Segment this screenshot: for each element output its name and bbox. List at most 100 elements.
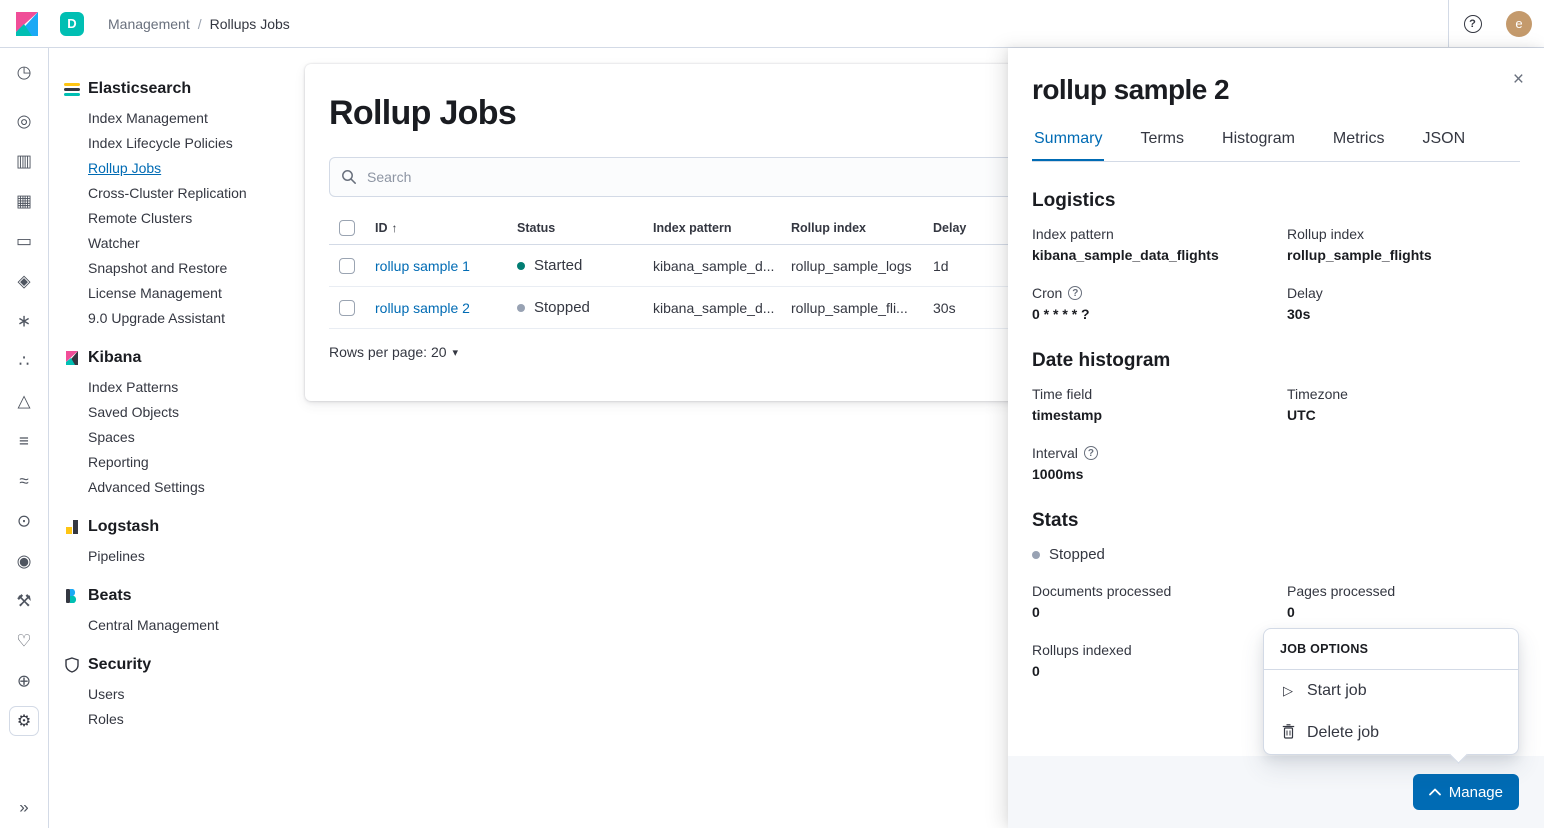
breadcrumb-management[interactable]: Management (108, 16, 190, 32)
field-pages-processed: Pages processed 0 (1287, 583, 1396, 620)
manage-button[interactable]: Manage (1412, 774, 1519, 810)
sidebar-item-saved-objects[interactable]: Saved Objects (64, 400, 305, 425)
sidebar-item-users[interactable]: Users (64, 682, 305, 707)
column-header-index-pattern[interactable]: Index pattern (645, 221, 783, 235)
avatar[interactable]: e (1506, 10, 1532, 37)
help-icon: ? (1463, 14, 1482, 33)
beats-logo-icon (66, 589, 77, 603)
job-link[interactable]: rollup sample 2 (375, 300, 470, 316)
sidebar-item-watcher[interactable]: Watcher (64, 231, 305, 256)
tab-summary[interactable]: Summary (1032, 120, 1104, 161)
status-stopped-dot-icon (1032, 550, 1040, 559)
breadcrumb-current: Rollups Jobs (209, 15, 290, 32)
visualize-icon[interactable]: ▥ (0, 153, 48, 170)
sidebar-item-index-management[interactable]: Index Management (64, 106, 305, 131)
sidebar-section-beats: Beats Central Management (64, 584, 305, 638)
sidebar-section-title: Elasticsearch (88, 80, 192, 97)
watcher-icon[interactable]: ⊕ (0, 673, 48, 690)
field-time-field: Time field timestamp (1032, 386, 1103, 423)
delay-cell: 1d (933, 257, 949, 274)
field-rollups-indexed: Rollups indexed 0 (1032, 642, 1132, 679)
discover-icon[interactable]: ◎ (0, 113, 48, 130)
help-icon[interactable]: ? (1083, 446, 1098, 460)
job-status-indicator: Stopped (1032, 546, 1520, 563)
logs-icon[interactable]: ≡ (0, 433, 48, 450)
sidebar-item-rollup-jobs[interactable]: Rollup Jobs (64, 156, 305, 181)
sidebar-section-elasticsearch: Elasticsearch Index Management Index Lif… (64, 77, 305, 331)
status-started-dot-icon (517, 261, 525, 270)
trash-icon (1280, 724, 1296, 742)
tab-metrics[interactable]: Metrics (1331, 120, 1387, 161)
machine-learning-icon[interactable]: ∗ (0, 313, 48, 330)
dashboard-icon[interactable]: ▦ (0, 193, 48, 210)
column-header-rollup-index[interactable]: Rollup index (783, 221, 925, 235)
rows-per-page-selector[interactable]: Rows per page: 20 ▾ (329, 344, 458, 360)
collapse-menu-icon[interactable]: » (0, 799, 48, 816)
index-pattern-cell: kibana_sample_d... (653, 257, 775, 274)
sidebar-item-advanced-settings[interactable]: Advanced Settings (64, 475, 305, 500)
sidebar-item-license-management[interactable]: License Management (64, 281, 305, 306)
app-icon-rail: ◷ ◎ ▥ ▦ ▭ ◈ ∗ ∴ △ ≡ ≈ ⊙ ◉ ⚒ ♡ ⊕ ⚙ » (0, 48, 49, 828)
column-header-id[interactable]: ID ↑ (367, 221, 509, 235)
sidebar-item-reporting[interactable]: Reporting (64, 450, 305, 475)
chevron-up-icon (1428, 788, 1441, 796)
column-header-delay[interactable]: Delay (925, 221, 1015, 235)
flyout-tabs: Summary Terms Histogram Metrics JSON (1032, 120, 1520, 162)
sidebar-item-roles[interactable]: Roles (64, 707, 305, 732)
field-timezone: Timezone UTC (1287, 386, 1348, 423)
space-badge[interactable]: D (60, 11, 84, 36)
delete-job-menu-item[interactable]: Delete job (1264, 712, 1518, 754)
dev-tools-icon[interactable]: ⚒ (0, 593, 48, 610)
maps-icon[interactable]: ◈ (0, 273, 48, 290)
column-header-status[interactable]: Status (509, 221, 645, 235)
sidebar-item-remote-clusters[interactable]: Remote Clusters (64, 206, 305, 231)
kibana-logo-icon[interactable] (14, 11, 40, 37)
tab-terms[interactable]: Terms (1138, 120, 1186, 161)
start-job-menu-item[interactable]: ▷ Start job (1264, 670, 1518, 712)
top-bar: D Management / Rollups Jobs ? e (0, 0, 1544, 48)
status-label: Stopped (1049, 546, 1105, 563)
graph-icon[interactable]: ∴ (0, 353, 48, 370)
section-heading-date-histogram: Date histogram (1032, 350, 1171, 371)
select-all-checkbox[interactable] (339, 219, 355, 236)
sidebar-item-pipelines[interactable]: Pipelines (64, 544, 305, 569)
recently-viewed-icon[interactable]: ◷ (0, 64, 48, 81)
sidebar-item-upgrade-assistant[interactable]: 9.0 Upgrade Assistant (64, 306, 305, 331)
uptime-icon[interactable]: ⊙ (0, 513, 48, 530)
kibana-small-logo-icon (66, 351, 78, 365)
field-index-pattern: Index pattern kibana_sample_data_flights (1032, 226, 1219, 263)
elasticsearch-logo-icon (64, 81, 80, 97)
sidebar-item-snapshot-and-restore[interactable]: Snapshot and Restore (64, 256, 305, 281)
flyout-footer: Manage (1008, 756, 1544, 828)
close-icon[interactable]: × (1513, 70, 1524, 89)
sidebar-item-cross-cluster-replication[interactable]: Cross-Cluster Replication (64, 181, 305, 206)
stack-monitoring-icon[interactable]: ♡ (0, 633, 48, 650)
job-options-popover: JOB OPTIONS ▷ Start job Delete job (1263, 628, 1519, 764)
status-stopped-dot-icon (517, 303, 525, 312)
status-cell: Started (509, 257, 645, 274)
shield-icon (65, 657, 79, 673)
sidebar-section-security: Security Users Roles (64, 653, 305, 732)
sidebar-item-central-management[interactable]: Central Management (64, 613, 305, 638)
breadcrumb: Management / Rollups Jobs (108, 16, 290, 32)
tab-histogram[interactable]: Histogram (1220, 120, 1297, 161)
management-sidebar: Elasticsearch Index Management Index Lif… (49, 48, 305, 828)
tab-json[interactable]: JSON (1420, 120, 1467, 161)
help-icon[interactable]: ? (1068, 286, 1083, 300)
job-link[interactable]: rollup sample 1 (375, 258, 470, 274)
sidebar-section-title: Security (88, 656, 152, 673)
sidebar-item-index-patterns[interactable]: Index Patterns (64, 375, 305, 400)
help-menu-button[interactable]: ? (1448, 0, 1496, 47)
select-row-checkbox[interactable] (339, 299, 355, 316)
sidebar-item-index-lifecycle-policies[interactable]: Index Lifecycle Policies (64, 131, 305, 156)
chevron-down-icon: ▾ (452, 346, 459, 359)
sidebar-item-spaces[interactable]: Spaces (64, 425, 305, 450)
siem-icon[interactable]: ◉ (0, 553, 48, 570)
field-cron: Cron? 0 * * * * ? (1032, 285, 1090, 322)
canvas-icon[interactable]: ▭ (0, 233, 48, 250)
apm-icon[interactable]: △ (0, 393, 48, 410)
metrics-icon[interactable]: ≈ (0, 473, 48, 490)
management-icon[interactable]: ⚙ (9, 706, 39, 736)
select-row-checkbox[interactable] (339, 257, 355, 274)
sort-ascending-icon: ↑ (391, 220, 398, 235)
